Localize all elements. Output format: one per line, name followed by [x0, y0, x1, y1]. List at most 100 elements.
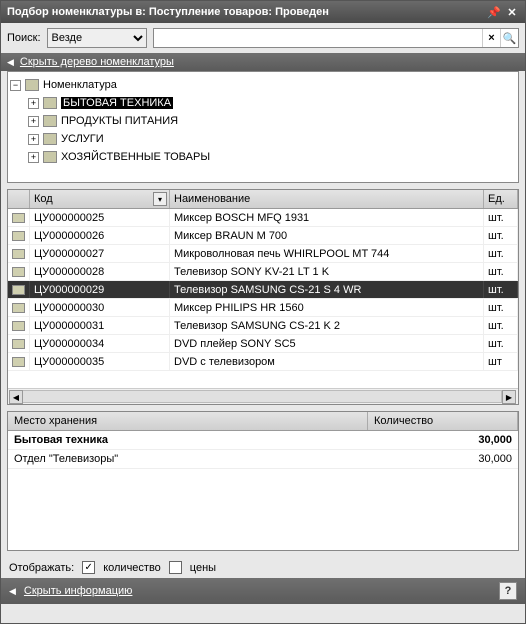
- table-row[interactable]: ЦУ000000025Миксер BOSCH MFQ 1931шт.: [8, 209, 518, 227]
- storage-qty: 30,000: [368, 450, 518, 468]
- cell-code: ЦУ000000026: [30, 227, 170, 244]
- tree-node-label: БЫТОВАЯ ТЕХНИКА: [61, 97, 173, 109]
- search-icon[interactable]: 🔍: [500, 29, 518, 47]
- cell-unit: шт.: [484, 299, 518, 316]
- grid-scrollbar[interactable]: ◀ ▶: [8, 388, 518, 404]
- cell-unit: шт.: [484, 263, 518, 280]
- cell-name: DVD плейер SONY SC5: [170, 335, 484, 352]
- item-icon: [12, 249, 25, 259]
- table-row[interactable]: ЦУ000000027Микроволновая печь WHIRLPOOL …: [8, 245, 518, 263]
- search-input-wrap: × 🔍: [153, 28, 519, 48]
- clear-search-icon[interactable]: ×: [482, 29, 500, 47]
- table-row[interactable]: ЦУ000000035DVD с телевизоромшт: [8, 353, 518, 371]
- window-title: Подбор номенклатуры в: Поступление товар…: [7, 6, 483, 18]
- storage-header: Место хранения Количество: [8, 412, 518, 431]
- nomenclature-tree[interactable]: − Номенклатура + БЫТОВАЯ ТЕХНИКА + ПРОДУКТЫ…: [7, 71, 519, 183]
- info-collapse-arrow-icon: ◀: [9, 586, 16, 597]
- tree-node-label: УСЛУГИ: [61, 133, 104, 145]
- item-icon: [12, 267, 25, 277]
- grid-col-unit[interactable]: Ед.: [484, 190, 518, 208]
- storage-grid: Место хранения Количество Бытовая техник…: [7, 411, 519, 551]
- scroll-left-icon[interactable]: ◀: [9, 390, 23, 404]
- info-collapse-strip[interactable]: ◀ Скрыть информацию ?: [1, 578, 525, 604]
- tree-expander-icon[interactable]: +: [28, 98, 39, 109]
- grid-col-name[interactable]: Наименование: [170, 190, 484, 208]
- cell-unit: шт: [484, 353, 518, 370]
- qty-checkbox[interactable]: ✓: [82, 561, 95, 574]
- tree-node[interactable]: + УСЛУГИ: [10, 130, 516, 148]
- close-icon[interactable]: ✕: [505, 5, 519, 19]
- qty-checkbox-label: количество: [103, 562, 161, 574]
- cell-name: Миксер BOSCH MFQ 1931: [170, 209, 484, 226]
- tree-node-label: ПРОДУКТЫ ПИТАНИЯ: [61, 115, 178, 127]
- tree-collapse-link[interactable]: Скрыть дерево номенклатуры: [20, 56, 174, 68]
- grid-col-code[interactable]: Код ▾: [30, 190, 170, 208]
- cell-unit: шт.: [484, 317, 518, 334]
- cell-unit: шт.: [484, 209, 518, 226]
- price-checkbox[interactable]: [169, 561, 182, 574]
- display-options-bar: Отображать: ✓ количество цены: [1, 557, 525, 578]
- item-icon: [12, 321, 25, 331]
- scroll-track[interactable]: ◀ ▶: [9, 390, 502, 403]
- table-row[interactable]: ЦУ000000029Телевизор SAMSUNG CS-21 S 4 W…: [8, 281, 518, 299]
- tree-expander-icon[interactable]: −: [10, 80, 21, 91]
- cell-name: Телевизор SONY KV-21 LT 1 K: [170, 263, 484, 280]
- item-icon: [12, 357, 25, 367]
- cell-code: ЦУ000000031: [30, 317, 170, 334]
- item-icon: [12, 231, 25, 241]
- cell-code: ЦУ000000029: [30, 281, 170, 298]
- storage-col-qty[interactable]: Количество: [368, 412, 518, 430]
- cell-unit: шт.: [484, 335, 518, 352]
- search-label: Поиск:: [7, 32, 41, 44]
- scroll-right-icon[interactable]: ▶: [502, 390, 516, 404]
- table-row[interactable]: ЦУ000000028Телевизор SONY KV-21 LT 1 Kшт…: [8, 263, 518, 281]
- search-input[interactable]: [154, 29, 482, 47]
- folder-icon: [43, 115, 57, 127]
- cell-unit: шт.: [484, 227, 518, 244]
- tree-collapse-arrow-icon: ◀: [7, 57, 14, 68]
- cell-unit: шт.: [484, 281, 518, 298]
- display-label: Отображать:: [9, 562, 74, 574]
- item-icon: [12, 213, 25, 223]
- titlebar: Подбор номенклатуры в: Поступление товар…: [1, 1, 525, 23]
- tree-node[interactable]: +ХОЗЯЙСТВЕННЫЕ ТОВАРЫ: [10, 148, 516, 166]
- tree-root-node[interactable]: − Номенклатура: [10, 76, 516, 94]
- help-button[interactable]: ?: [499, 582, 517, 600]
- tree-expander-icon[interactable]: +: [28, 116, 39, 127]
- table-row[interactable]: ЦУ000000030Миксер PHILIPS HR 1560шт.: [8, 299, 518, 317]
- folder-icon: [25, 79, 39, 91]
- grid-col-icon[interactable]: [8, 190, 30, 208]
- cell-code: ЦУ000000030: [30, 299, 170, 316]
- cell-name: Миксер PHILIPS HR 1560: [170, 299, 484, 316]
- info-collapse-link[interactable]: Скрыть информацию: [24, 585, 133, 597]
- table-row[interactable]: ЦУ000000034DVD плейер SONY SC5шт.: [8, 335, 518, 353]
- search-scope-select[interactable]: Везде: [47, 28, 147, 48]
- cell-name: Микроволновая печь WHIRLPOOL MT 744: [170, 245, 484, 262]
- storage-body[interactable]: Бытовая техника30,000Отдел "Телевизоры"3…: [8, 431, 518, 469]
- cell-code: ЦУ000000028: [30, 263, 170, 280]
- table-row[interactable]: ЦУ000000026Миксер BRAUN M 700шт.: [8, 227, 518, 245]
- tree-node[interactable]: + ПРОДУКТЫ ПИТАНИЯ: [10, 112, 516, 130]
- storage-row[interactable]: Бытовая техника30,000: [8, 431, 518, 450]
- cell-unit: шт.: [484, 245, 518, 262]
- tree-expander-icon[interactable]: +: [28, 134, 39, 145]
- storage-col-place[interactable]: Место хранения: [8, 412, 368, 430]
- column-dropdown-icon[interactable]: ▾: [153, 192, 167, 206]
- grid-body[interactable]: ЦУ000000025Миксер BOSCH MFQ 1931шт.ЦУ000…: [8, 209, 518, 388]
- table-row[interactable]: ЦУ000000031Телевизор SAMSUNG CS-21 K 2шт…: [8, 317, 518, 335]
- items-grid: Код ▾ Наименование Ед. ЦУ000000025Миксер…: [7, 189, 519, 405]
- pin-icon[interactable]: 📌: [487, 5, 501, 19]
- grid-col-code-label: Код: [34, 193, 53, 205]
- tree-node[interactable]: + БЫТОВАЯ ТЕХНИКА: [10, 94, 516, 112]
- storage-row[interactable]: Отдел "Телевизоры"30,000: [8, 450, 518, 469]
- folder-icon: [43, 133, 57, 145]
- cell-code: ЦУ000000025: [30, 209, 170, 226]
- price-checkbox-label: цены: [190, 562, 216, 574]
- storage-qty: 30,000: [368, 431, 518, 449]
- tree-collapse-strip[interactable]: ◀ Скрыть дерево номенклатуры: [1, 53, 525, 71]
- search-bar: Поиск: Везде × 🔍: [1, 23, 525, 53]
- grid-header: Код ▾ Наименование Ед.: [8, 190, 518, 209]
- cell-code: ЦУ000000027: [30, 245, 170, 262]
- storage-place: Отдел "Телевизоры": [8, 450, 368, 468]
- tree-expander-icon[interactable]: +: [28, 152, 39, 163]
